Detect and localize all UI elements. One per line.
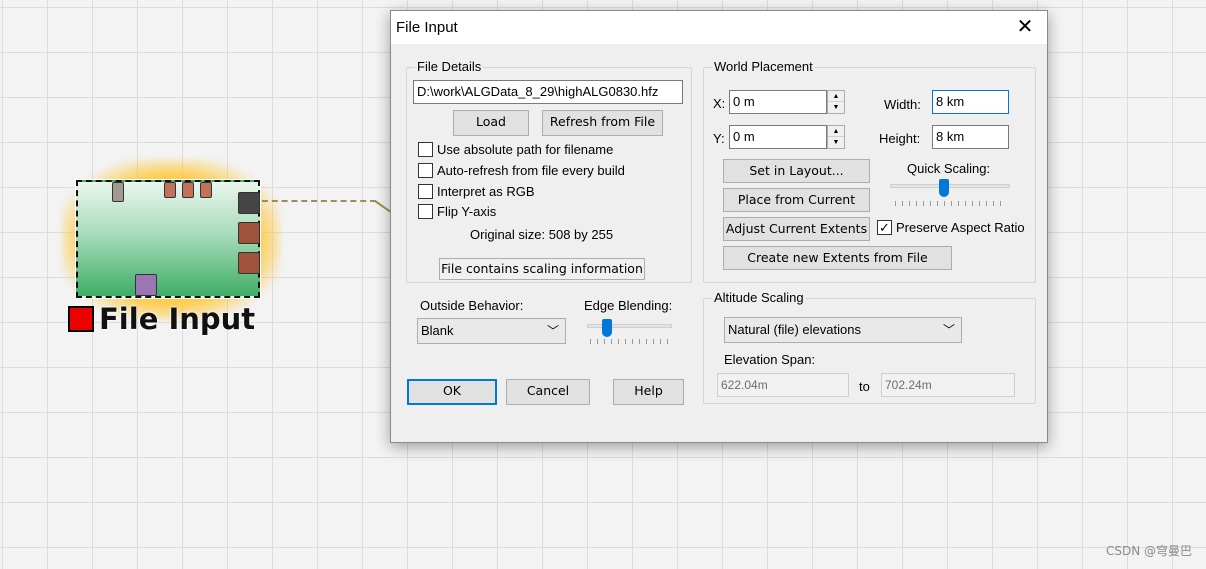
checkbox-label: Use absolute path for filename (437, 142, 614, 157)
height-label: Height: (879, 131, 921, 146)
load-button[interactable]: Load (453, 110, 529, 136)
node-bottom-port[interactable] (135, 274, 157, 296)
set-in-layout-button[interactable]: Set in Layout... (723, 159, 870, 183)
spin-down-icon[interactable]: ▼ (828, 102, 844, 113)
x-label: X: (713, 96, 726, 111)
node-connector-line (262, 200, 376, 202)
to-label: to (859, 379, 870, 394)
spin-up-icon[interactable]: ▲ (828, 91, 844, 102)
edge-blending-ticks (590, 339, 670, 344)
edge-blending-label: Edge Blending: (584, 298, 673, 313)
edge-blending-track[interactable] (587, 324, 672, 328)
y-field[interactable]: 0 m (729, 125, 827, 149)
altitude-scaling-title: Altitude Scaling (712, 290, 806, 305)
watermark: CSDN @穹曼巴 (1105, 544, 1192, 558)
refresh-from-file-button[interactable]: Refresh from File (542, 110, 663, 136)
use-absolute-path-checkbox[interactable]: Use absolute path for filename (418, 142, 613, 157)
checkbox-box[interactable] (418, 204, 433, 219)
checkbox-box[interactable] (418, 184, 433, 199)
file-details-title: File Details (415, 59, 484, 74)
x-field[interactable]: 0 m (729, 90, 827, 114)
quick-scaling-label: Quick Scaling: (907, 161, 991, 176)
outside-behavior-value: Blank (421, 323, 454, 338)
node-input-port-2[interactable] (182, 182, 194, 198)
interpret-rgb-checkbox[interactable]: Interpret as RGB (418, 184, 535, 199)
checkbox-label: Interpret as RGB (437, 184, 535, 199)
elevation-span-label: Elevation Span: (724, 352, 816, 367)
y-label: Y: (713, 131, 725, 146)
y-spinner[interactable]: ▲ ▼ (827, 125, 845, 149)
width-label: Width: (884, 97, 921, 112)
width-field[interactable]: 8 km (932, 90, 1009, 114)
place-from-current-button[interactable]: Place from Current (723, 188, 870, 212)
node-input-port-grey[interactable] (112, 182, 124, 202)
node-output-port-3[interactable] (238, 252, 260, 274)
file-input-node[interactable] (75, 179, 261, 299)
adjust-current-extents-button[interactable]: Adjust Current Extents (723, 217, 870, 241)
node-input-port-1[interactable] (164, 182, 176, 198)
create-extents-button[interactable]: Create new Extents from File (723, 246, 952, 270)
dialog-title: File Input (396, 19, 458, 36)
checkbox-label: Preserve Aspect Ratio (896, 220, 1025, 235)
preserve-aspect-ratio-checkbox[interactable]: ✓ Preserve Aspect Ratio (877, 220, 1025, 235)
node-output-port-primary[interactable] (238, 192, 260, 214)
spin-up-icon[interactable]: ▲ (828, 126, 844, 137)
quick-scaling-ticks (895, 201, 1007, 206)
checkbox-box[interactable] (418, 163, 433, 178)
altitude-mode-value: Natural (file) elevations (728, 322, 861, 337)
flip-y-axis-checkbox[interactable]: Flip Y-axis (418, 204, 496, 219)
original-size-text: Original size: 508 by 255 (470, 227, 614, 242)
ok-button[interactable]: OK (407, 379, 497, 405)
node-input-port-3[interactable] (200, 182, 212, 198)
node-output-port-2[interactable] (238, 222, 260, 244)
height-field[interactable]: 8 km (932, 125, 1009, 149)
node-label: File Input (68, 302, 255, 336)
quick-scaling-track[interactable] (890, 184, 1010, 188)
spin-down-icon[interactable]: ▼ (828, 137, 844, 148)
node-label-text: File Input (99, 302, 256, 336)
altitude-mode-select[interactable]: Natural (file) elevations ﹀ (724, 317, 962, 343)
checkbox-box[interactable] (418, 142, 433, 157)
checkbox-box[interactable]: ✓ (877, 220, 892, 235)
edge-blending-thumb[interactable] (602, 319, 613, 337)
quick-scaling-thumb[interactable] (939, 179, 949, 197)
file-input-dialog: File Input ✕ File Details D:\work\ALGDat… (390, 10, 1048, 443)
auto-refresh-checkbox[interactable]: Auto-refresh from file every build (418, 163, 625, 178)
checkbox-label: Flip Y-axis (437, 204, 497, 219)
x-spinner[interactable]: ▲ ▼ (827, 90, 845, 114)
world-placement-title: World Placement (712, 59, 815, 74)
elevation-from-field[interactable]: 622.04m (717, 373, 849, 397)
outside-behavior-label: Outside Behavior: (420, 298, 524, 313)
outside-behavior-select[interactable]: Blank ﹀ (417, 318, 566, 344)
checkbox-label: Auto-refresh from file every build (437, 163, 625, 178)
elevation-to-field[interactable]: 702.24m (881, 373, 1015, 397)
cancel-button[interactable]: Cancel (506, 379, 590, 405)
help-button[interactable]: Help (613, 379, 684, 405)
node-status-square (68, 306, 94, 332)
chevron-down-icon: ﹀ (546, 324, 559, 338)
scaling-info-button[interactable]: File contains scaling information (439, 258, 645, 280)
file-path-field[interactable]: D:\work\ALGData_8_29\highALG0830.hfz (413, 80, 683, 104)
dialog-titlebar[interactable]: File Input ✕ (391, 11, 1047, 44)
close-icon[interactable]: ✕ (1015, 17, 1035, 37)
chevron-down-icon: ﹀ (942, 323, 955, 337)
